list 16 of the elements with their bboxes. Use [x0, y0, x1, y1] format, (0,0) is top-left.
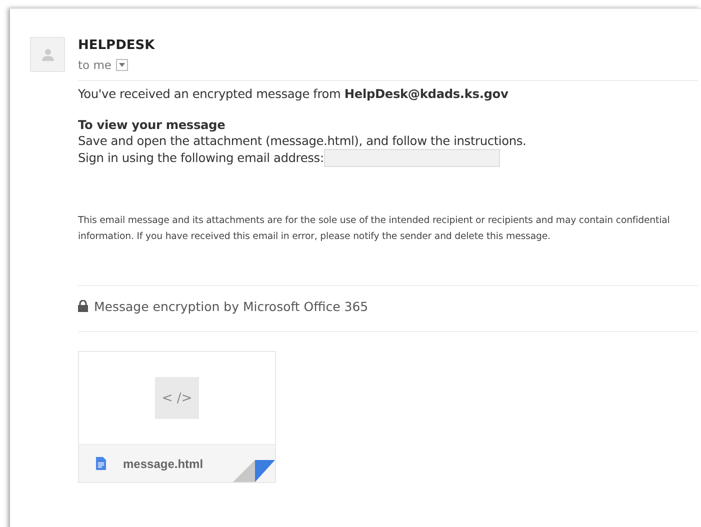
lock-icon [78, 300, 88, 312]
caret-icon [119, 63, 126, 67]
encryption-note: Message encryption by Microsoft Office 365 [94, 298, 368, 314]
dropdown-button[interactable] [116, 59, 128, 71]
document-icon [96, 457, 106, 470]
sender-name: HELPDESK [78, 38, 156, 53]
disclaimer-text: This email message and its attachments are for the sole use of the intended recipient or recipients and may contain confidential information. If you have received this email in error, please notify the sender and delete this message. [78, 214, 671, 244]
file-thumbnail: < /> [155, 377, 199, 419]
attachment-filename: message.html [123, 456, 204, 470]
intro-text: You've received an encrypted message from HelpDesk@kdads.ks.gov [78, 86, 510, 102]
instruction-text: Sign in using the following email address: [78, 150, 324, 166]
recipient-label: to me [78, 58, 112, 72]
attachment-card[interactable]: < /> message.html [78, 351, 276, 483]
instruction-text: Save and open the attachment (message.html), and follow the instructions. [78, 133, 528, 149]
section-heading: To view your message [78, 117, 226, 133]
avatar-icon [30, 37, 65, 72]
